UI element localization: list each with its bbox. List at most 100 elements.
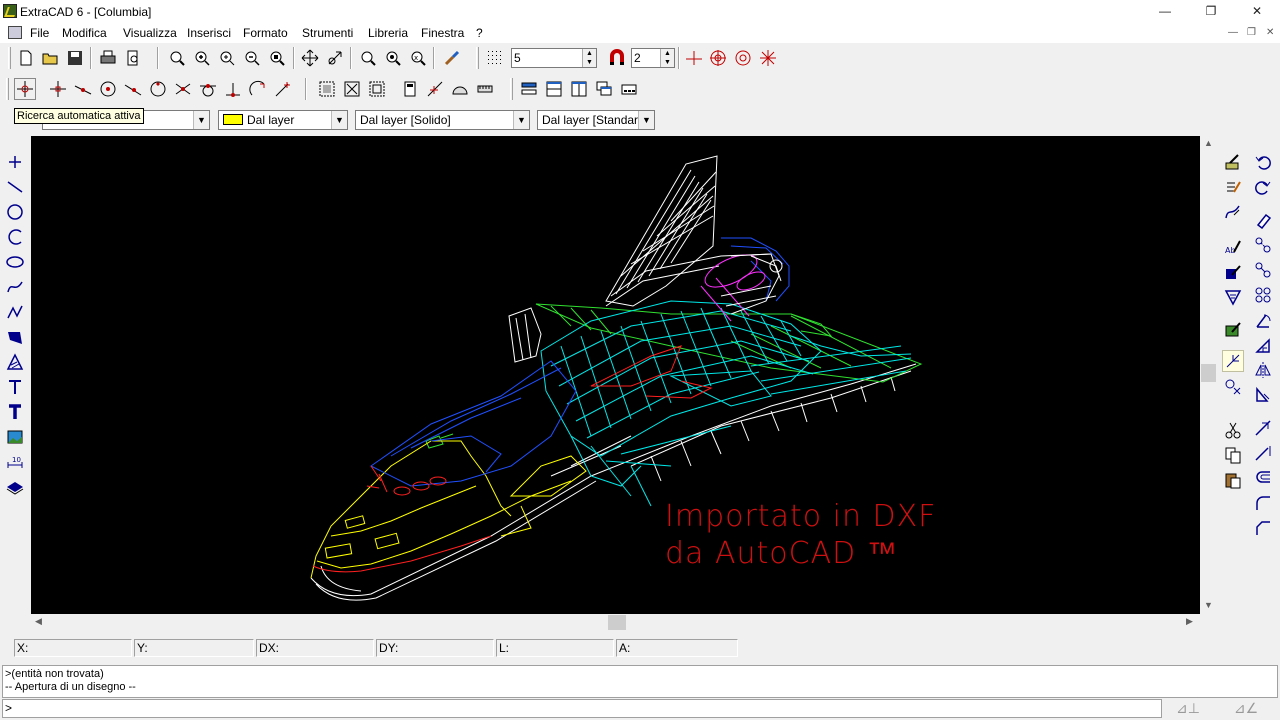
cut-icon[interactable] [1222,419,1244,441]
edit-spline-icon[interactable] [1222,201,1244,223]
scroll-right-icon[interactable]: ▶ [1186,616,1193,627]
menu-libreria[interactable]: Libreria [368,26,408,40]
hatch-icon[interactable] [4,351,26,373]
snap-value-stepper[interactable]: 2 ▲ ▼ [631,48,675,68]
menu-modifica[interactable]: Modifica [62,26,107,40]
spline-icon[interactable] [4,276,26,298]
match-properties-icon[interactable] [1222,176,1244,198]
restore-button[interactable]: ❐ [1188,0,1234,23]
ortho-mode-icon[interactable]: ⊿⊥ [1168,700,1208,717]
measure-angle-icon[interactable] [449,78,471,100]
text-icon[interactable] [4,376,26,398]
select-cross-icon[interactable] [341,78,363,100]
dimension-icon[interactable]: 10 [4,451,26,473]
open-folder-icon[interactable] [39,47,61,69]
close-button[interactable]: ✕ [1234,0,1280,23]
edit-image-icon[interactable] [1222,318,1244,340]
measure-area-icon[interactable] [474,78,496,100]
snap-center-icon[interactable] [97,78,119,100]
select-window-icon[interactable] [316,78,338,100]
ortho-icon[interactable] [683,47,705,69]
scroll-down-icon[interactable]: ▼ [1204,600,1213,610]
zoom-extents-icon[interactable] [382,47,404,69]
select-all-icon[interactable] [366,78,388,100]
vertical-scrollbar[interactable]: ▲ ▼ [1200,136,1217,614]
stepper-arrows-icon[interactable]: ▲ ▼ [660,49,674,67]
arrange-icons-icon[interactable] [618,78,640,100]
edit-hatch-icon[interactable] [1222,286,1244,308]
calculator-icon[interactable] [399,78,421,100]
measure-distance-icon[interactable] [424,78,446,100]
edit-block-icon[interactable] [1222,261,1244,283]
dropdown-arrow-icon[interactable]: ▼ [331,111,347,129]
stretch-icon[interactable] [1252,384,1274,406]
move-icon[interactable] [1252,234,1274,256]
paste-icon[interactable] [1222,469,1244,491]
ellipse-icon[interactable] [4,251,26,273]
print-icon[interactable] [97,47,119,69]
linetype-select[interactable]: Dal layer [Solido] ▼ [355,110,530,130]
scale-icon[interactable] [1252,334,1274,356]
dropdown-arrow-icon[interactable]: ▼ [513,111,529,129]
circle-icon[interactable] [4,201,26,223]
mdi-restore-icon[interactable]: ❐ [1247,27,1256,38]
mdi-close-icon[interactable]: ✕ [1266,27,1274,38]
vertical-tile-icon[interactable] [568,78,590,100]
insert-image-icon[interactable] [4,426,26,448]
minimize-button[interactable]: — [1142,0,1188,23]
auto-snap-icon[interactable] [14,78,36,100]
snap-perpendicular-icon[interactable] [222,78,244,100]
snap-magnet-icon[interactable] [606,47,628,69]
new-file-icon[interactable] [15,47,37,69]
trim-icon[interactable] [1252,417,1274,439]
menu-help[interactable]: ? [476,26,483,40]
arc-icon[interactable] [4,226,26,248]
cascade-windows-icon[interactable] [593,78,615,100]
point-icon[interactable] [4,151,26,173]
edit-text-icon[interactable]: Ab [1222,236,1244,258]
offset-icon[interactable] [1252,467,1274,489]
snap-intersection-icon[interactable] [172,78,194,100]
vertical-scroll-thumb[interactable] [1201,364,1216,382]
zoom-all-icon[interactable] [266,47,288,69]
zoom-in-icon[interactable] [191,47,213,69]
copy-object-icon[interactable] [1252,259,1274,281]
osnap-star-icon[interactable] [757,47,779,69]
horizontal-tile-icon[interactable] [543,78,565,100]
snap-endpoint-icon[interactable] [47,78,69,100]
trim-to-icon[interactable] [1222,376,1244,398]
menu-visualizza[interactable]: Visualizza [123,26,177,40]
fillet-icon[interactable] [1252,492,1274,514]
osnap-center-icon[interactable] [732,47,754,69]
snap-extension-icon[interactable] [272,78,294,100]
menu-formato[interactable]: Formato [243,26,288,40]
undo-icon[interactable] [1252,151,1274,173]
menu-inserisci[interactable]: Inserisci [187,26,231,40]
multiline-text-icon[interactable] [4,401,26,423]
mirror-icon[interactable] [1252,359,1274,381]
copy-icon[interactable] [1222,444,1244,466]
snap-mode-icon[interactable]: ⊿∠ [1226,700,1266,717]
polyline-icon[interactable] [4,301,26,323]
scroll-left-icon[interactable]: ◀ [35,616,42,627]
properties-edit-icon[interactable] [1222,151,1244,173]
document-icon[interactable] [8,26,22,39]
polygon-fill-icon[interactable] [4,326,26,348]
zoom-previous-icon[interactable] [357,47,379,69]
redraw-brush-icon[interactable] [441,47,463,69]
dropdown-arrow-icon[interactable]: ▼ [638,111,654,129]
rotate-icon[interactable] [1252,309,1274,331]
polar-tracking-icon[interactable] [707,47,729,69]
snap-tangent-icon[interactable] [197,78,219,100]
linestyle-select[interactable]: Dal layer [Standard] ▼ [537,110,655,130]
horizontal-scrollbar[interactable]: ◀ ▶ [31,614,1200,631]
dropdown-arrow-icon[interactable]: ▼ [193,111,209,129]
extend-icon[interactable] [1252,442,1274,464]
zoom-in-2-icon[interactable] [216,47,238,69]
pan-icon[interactable] [299,47,321,69]
explode-icon[interactable] [1222,350,1244,372]
scroll-up-icon[interactable]: ▲ [1204,138,1213,148]
toolbar-grip[interactable] [8,47,11,69]
command-input[interactable]: > [2,699,1162,718]
block-library-icon[interactable] [4,476,26,498]
